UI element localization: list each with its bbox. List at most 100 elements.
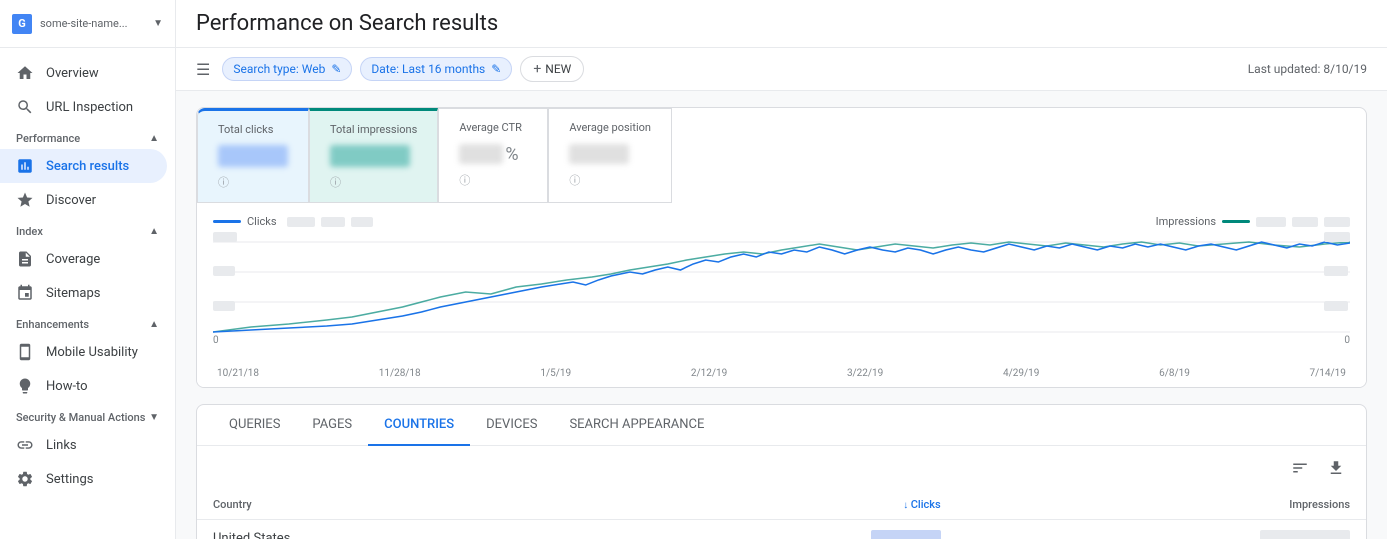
- sidebar-label-overview: Overview: [46, 66, 99, 81]
- x-label-5: 4/29/19: [1003, 368, 1039, 379]
- section-chevron-performance: ▲: [149, 133, 159, 144]
- tab-queries[interactable]: QUERIES: [213, 405, 296, 446]
- sidebar-chevron-icon[interactable]: ▼: [153, 18, 163, 29]
- tab-countries[interactable]: COUNTRIES: [368, 405, 470, 446]
- metric-value-ctr: %: [459, 140, 527, 168]
- metric-label-ctr: Average CTR: [459, 121, 527, 134]
- y-label-left-mid1: [213, 266, 235, 276]
- left-val-2: [321, 217, 345, 227]
- sidebar-item-search-results[interactable]: Search results: [0, 149, 167, 183]
- metric-help-position: ⓘ: [569, 172, 651, 188]
- section-chevron-enhancements: ▲: [149, 319, 159, 330]
- countries-table: Country ↓ Clicks Impressions United Stat…: [197, 490, 1366, 539]
- edit-icon-date-range: ✎: [491, 62, 501, 76]
- y-axis-left: 0: [213, 232, 237, 346]
- y-label-left-mid2: [213, 301, 235, 311]
- sidebar-item-sitemaps[interactable]: Sitemaps: [0, 276, 167, 310]
- col-clicks-label: Clicks: [911, 498, 941, 511]
- tab-countries-label: COUNTRIES: [384, 417, 454, 432]
- chart-icon: [16, 157, 34, 175]
- sidebar-header[interactable]: G some-site-name... ▼: [0, 0, 175, 48]
- gear-icon: [16, 470, 34, 488]
- country-name-0: United States: [197, 520, 614, 539]
- last-updated-text: Last updated: 8/10/19: [1248, 62, 1367, 76]
- y-label-right-top: [1324, 232, 1350, 242]
- sidebar-item-settings[interactable]: Settings: [0, 462, 167, 496]
- new-button[interactable]: + NEW: [520, 56, 584, 82]
- sitemap-icon: [16, 284, 34, 302]
- y-label-left-zero: 0: [213, 335, 237, 346]
- metric-card-position[interactable]: Average position ⓘ: [548, 108, 672, 203]
- sidebar-item-url-inspection[interactable]: URL Inspection: [0, 90, 167, 124]
- metric-label-position: Average position: [569, 121, 651, 134]
- star-icon: [16, 191, 34, 209]
- tabs-section: QUERIES PAGES COUNTRIES DEVICES SEARCH A…: [196, 404, 1367, 539]
- sidebar-item-mobile-usability[interactable]: Mobile Usability: [0, 335, 167, 369]
- right-val-1: [1256, 217, 1286, 227]
- tab-pages[interactable]: PAGES: [296, 405, 368, 446]
- doc-icon: [16, 250, 34, 268]
- x-label-7: 7/14/19: [1310, 368, 1346, 379]
- nav-section-index[interactable]: Index ▲: [0, 221, 175, 242]
- metric-help-impressions: ⓘ: [330, 174, 417, 190]
- col-header-impressions[interactable]: Impressions: [957, 490, 1366, 520]
- main-header: Performance on Search results: [176, 0, 1387, 48]
- lightbulb-icon: [16, 377, 34, 395]
- nav-section-enhancements[interactable]: Enhancements ▲: [0, 314, 175, 335]
- metrics-row: Total clicks ⓘ Total impressions ⓘ A: [197, 108, 1366, 203]
- chart-right-label: Impressions: [1156, 215, 1216, 228]
- section-chevron-security: ▼: [149, 412, 159, 423]
- main-content: Performance on Search results ☰ Search t…: [176, 0, 1387, 539]
- x-axis-labels: 10/21/18 11/28/18 1/5/19 2/12/19 3/22/19…: [213, 368, 1350, 379]
- edit-icon-search-type: ✎: [331, 62, 341, 76]
- sidebar-nav: Overview URL Inspection Performance ▲ Se…: [0, 48, 175, 504]
- right-val-3: [1324, 217, 1350, 227]
- table-body: United States India: [197, 520, 1366, 539]
- metric-value-position: [569, 140, 651, 168]
- x-label-6: 6/8/19: [1159, 368, 1190, 379]
- download-button[interactable]: [1322, 454, 1350, 482]
- metric-card-clicks[interactable]: Total clicks ⓘ: [197, 108, 309, 203]
- nav-section-performance[interactable]: Performance ▲: [0, 128, 175, 149]
- metric-card-impressions[interactable]: Total impressions ⓘ: [309, 108, 438, 203]
- sidebar-label-url-inspection: URL Inspection: [46, 100, 133, 115]
- clicks-placeholder-0: [871, 530, 941, 539]
- filter-icon[interactable]: ☰: [196, 60, 210, 79]
- sidebar-item-how-to[interactable]: How-to: [0, 369, 167, 403]
- col-header-clicks[interactable]: ↓ Clicks: [614, 490, 956, 520]
- impressions-bar-0: [957, 520, 1366, 539]
- x-label-4: 3/22/19: [847, 368, 883, 379]
- sidebar-label-links: Links: [46, 438, 77, 453]
- tab-devices[interactable]: DEVICES: [470, 405, 553, 446]
- metric-card-ctr[interactable]: Average CTR % ⓘ: [438, 108, 548, 203]
- left-val-3: [351, 217, 373, 227]
- sidebar-item-overview[interactable]: Overview: [0, 56, 167, 90]
- search-type-chip[interactable]: Search type: Web ✎: [222, 57, 352, 81]
- sidebar-item-discover[interactable]: Discover: [0, 183, 167, 217]
- chart-left-label: Clicks: [247, 215, 277, 228]
- tab-search-appearance[interactable]: SEARCH APPEARANCE: [553, 405, 720, 446]
- chart-area: Clicks Impressions: [197, 203, 1366, 387]
- metric-help-ctr: ⓘ: [459, 172, 527, 188]
- sidebar-label-discover: Discover: [46, 193, 96, 208]
- tab-search-appearance-label: SEARCH APPEARANCE: [569, 417, 704, 432]
- left-val-1: [287, 217, 315, 227]
- sidebar-item-links[interactable]: Links: [0, 428, 167, 462]
- metric-label-impressions: Total impressions: [330, 123, 417, 136]
- sidebar-label-settings: Settings: [46, 472, 93, 487]
- sidebar-label-sitemaps: Sitemaps: [46, 286, 101, 301]
- table-row: United States: [197, 520, 1366, 539]
- date-range-label: Date: Last 16 months: [371, 62, 485, 76]
- chart-legend-left: Clicks: [213, 215, 373, 228]
- metric-help-clicks: ⓘ: [218, 174, 288, 190]
- filter-rows-button[interactable]: [1286, 454, 1314, 482]
- chart-svg-container: 0 0: [213, 232, 1350, 366]
- date-range-chip[interactable]: Date: Last 16 months ✎: [360, 57, 512, 81]
- sidebar-item-coverage[interactable]: Coverage: [0, 242, 167, 276]
- clicks-bar-0: [614, 520, 956, 539]
- sidebar-label-how-to: How-to: [46, 379, 88, 394]
- nav-section-security[interactable]: Security & Manual Actions ▼: [0, 407, 175, 428]
- tab-devices-label: DEVICES: [486, 417, 537, 432]
- new-button-label: NEW: [545, 62, 571, 76]
- search-type-label: Search type: Web: [233, 62, 325, 76]
